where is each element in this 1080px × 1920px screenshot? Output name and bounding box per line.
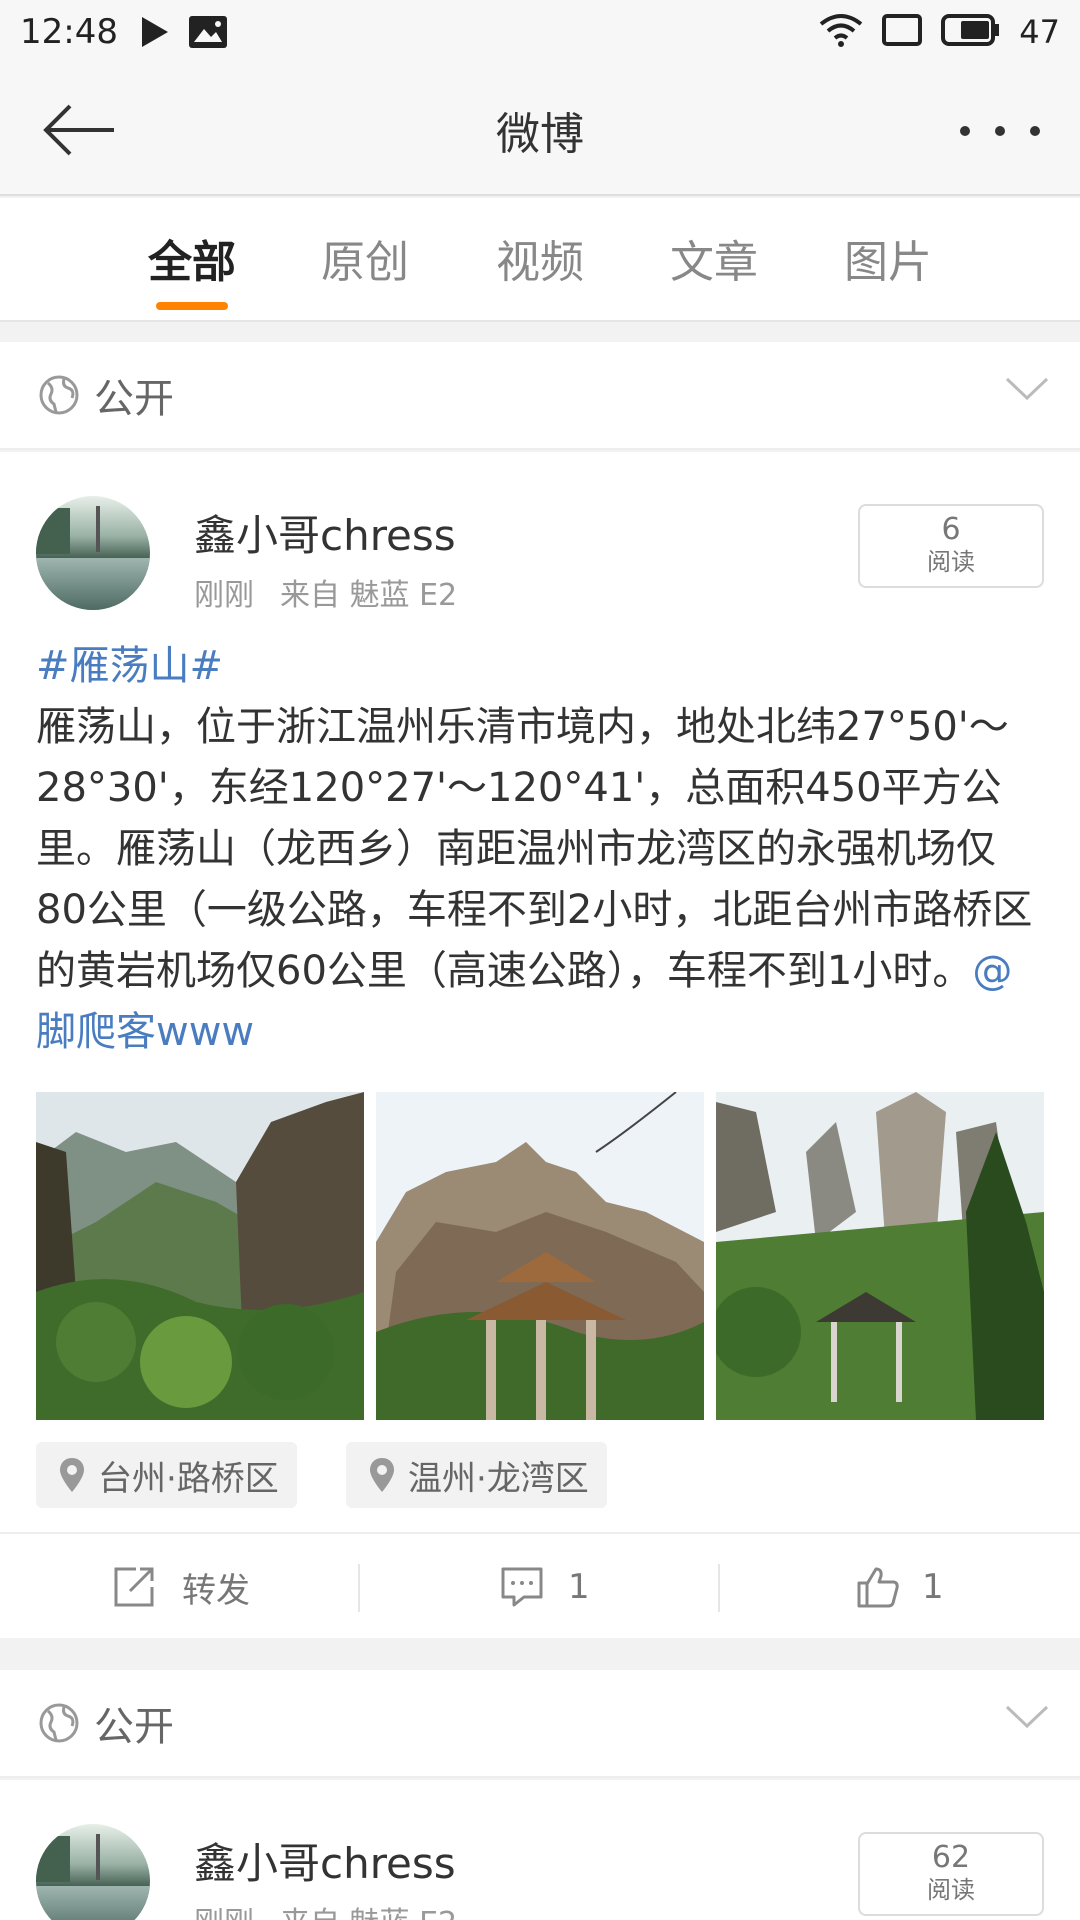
read-count: 6 — [941, 512, 961, 547]
tab-article[interactable]: 文章 — [654, 226, 774, 290]
post-source: 来自 魅蓝 E2 — [280, 1906, 457, 1920]
visibility-label: 公开 — [94, 1704, 174, 1750]
page-title: 微博 — [496, 109, 584, 160]
tab-original[interactable]: 原创 — [305, 226, 425, 290]
user-name[interactable]: 鑫小哥chress — [194, 502, 456, 563]
location-tag-1[interactable]: 台州·路桥区 — [36, 1442, 297, 1508]
hashtag-link[interactable]: #雁荡山# — [36, 643, 223, 689]
nav-bar: 微博 — [0, 64, 1080, 196]
tab-all[interactable]: 全部 — [132, 226, 252, 290]
location-pin-icon — [60, 1458, 84, 1492]
globe-icon — [39, 1703, 79, 1743]
location-pin-icon — [370, 1458, 394, 1492]
repost-icon — [114, 1567, 154, 1607]
post-image-2[interactable] — [376, 1092, 704, 1420]
location-label: 台州·路桥区 — [98, 1458, 279, 1499]
play-icon — [140, 15, 170, 49]
tab-pictures[interactable]: 图片 — [828, 226, 948, 290]
active-tab-indicator — [156, 302, 228, 310]
battery-icon — [941, 14, 1001, 50]
screen-icon — [881, 13, 923, 51]
location-label: 温州·龙湾区 — [408, 1458, 589, 1499]
post-image-3[interactable] — [716, 1092, 1044, 1420]
post-image-1[interactable] — [36, 1092, 364, 1420]
comment-icon — [501, 1567, 543, 1607]
status-time: 12:48 — [20, 12, 118, 52]
visibility-row[interactable]: 公开 — [0, 342, 1080, 450]
read-label: 阅读 — [927, 548, 975, 576]
divider — [718, 1564, 720, 1612]
post-meta: 刚刚来自 魅蓝 E2 — [194, 570, 483, 614]
more-icon[interactable] — [960, 116, 1040, 146]
user-name[interactable]: 鑫小哥chress — [194, 1830, 456, 1891]
status-bar: 12:48 47 — [0, 0, 1080, 64]
like-button[interactable]: 1 — [856, 1534, 944, 1640]
globe-icon — [39, 375, 79, 415]
read-count: 62 — [931, 1840, 971, 1875]
post-action-bar: 转发 1 1 — [0, 1532, 1080, 1638]
visibility-row[interactable]: 公开 — [0, 1670, 1080, 1778]
comment-button[interactable]: 1 — [500, 1534, 590, 1640]
post-source: 来自 魅蓝 E2 — [280, 578, 458, 613]
battery-level: 47 — [1019, 13, 1060, 51]
comment-count: 1 — [568, 1567, 590, 1607]
chevron-down-icon[interactable] — [1004, 374, 1050, 404]
like-icon — [857, 1567, 899, 1608]
read-count-box: 62 阅读 — [858, 1832, 1044, 1916]
post-images — [36, 1092, 1044, 1420]
avatar[interactable] — [36, 496, 150, 610]
location-tag-2[interactable]: 温州·龙湾区 — [346, 1442, 607, 1508]
image-notification-icon — [188, 15, 228, 49]
post-time: 刚刚 — [194, 578, 254, 613]
read-count-box: 6 阅读 — [858, 504, 1044, 588]
wifi-icon — [819, 12, 863, 52]
post-time: 刚刚 — [194, 1906, 254, 1920]
tab-video[interactable]: 视频 — [480, 226, 600, 290]
visibility-label: 公开 — [94, 376, 174, 422]
post-body: 雁荡山，位于浙江温州乐清市境内，地处北纬27°50'～28°30'，东经120°… — [36, 704, 1033, 994]
read-label: 阅读 — [927, 1876, 975, 1904]
post-text: #雁荡山# 雁荡山，位于浙江温州乐清市境内，地处北纬27°50'～28°30'，… — [36, 636, 1046, 1063]
divider — [358, 1564, 360, 1612]
chevron-down-icon[interactable] — [1004, 1702, 1050, 1732]
repost-button[interactable]: 转发 — [112, 1534, 250, 1640]
repost-label: 转发 — [182, 1570, 250, 1611]
post-meta: 刚刚 来自 魅蓝 E2 — [194, 1898, 483, 1920]
like-count: 1 — [922, 1567, 944, 1607]
